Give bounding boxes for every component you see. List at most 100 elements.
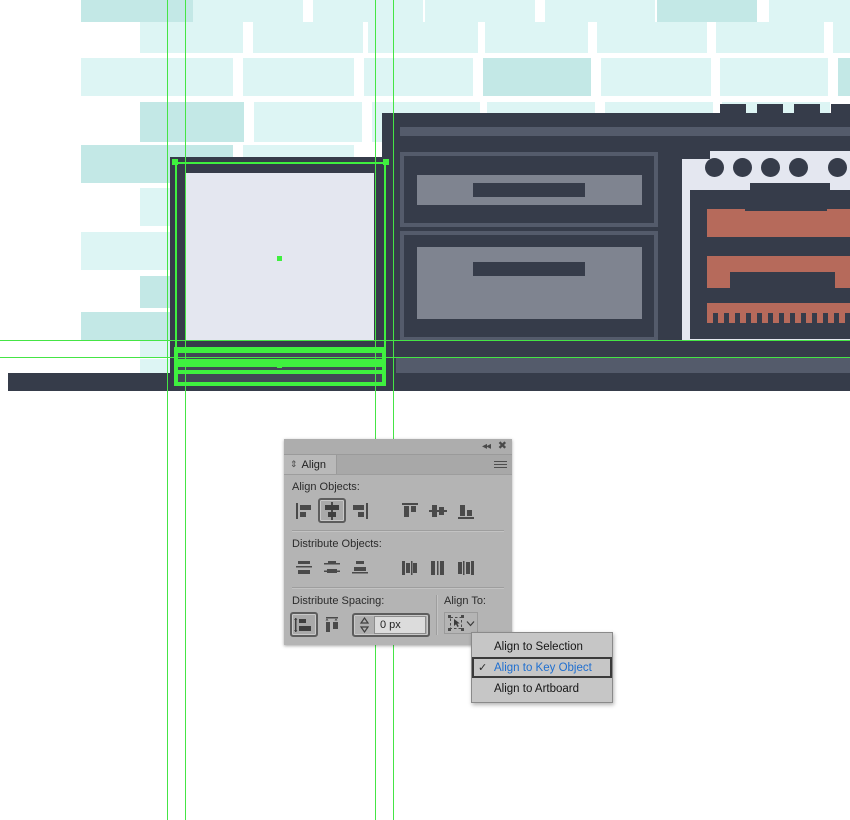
distribute-spacing-label: Distribute Spacing: [292,595,385,607]
selection-center-anchor[interactable] [277,256,282,261]
counter-notch [720,104,746,114]
counter-notch [794,104,820,114]
cabinet-drawer-lower-face [417,247,642,319]
tile [833,22,850,53]
tile [425,0,535,22]
align-to-dropdown-menu[interactable]: Align to Selection ✓ Align to Key Object… [471,632,613,703]
floor-strip [8,373,850,391]
tile [716,22,824,53]
horizontal-distribute-right-button[interactable] [452,555,480,580]
vertical-align-top-button[interactable] [396,498,424,523]
vertical-guide [185,0,186,820]
vertical-align-bottom-button[interactable] [452,498,480,523]
vertical-guide [393,0,394,820]
panel-title-bar: ◂◂ ✖ [284,439,512,455]
align-to-dropdown-button[interactable] [444,612,478,634]
selected-rail-left-edge[interactable] [174,347,178,386]
oven-food-mid-tab-l [707,272,730,288]
horizontal-align-center-button[interactable] [318,498,346,523]
align-objects-label: Align Objects: [292,481,360,493]
oven-knob [761,158,780,177]
check-icon: ✓ [478,662,488,674]
hamburger-menu-icon[interactable] [494,459,507,470]
vertical-align-center-button[interactable] [424,498,452,523]
tile [545,0,655,22]
horizontal-guide [0,357,850,358]
counter-notch [757,104,783,114]
menu-item-align-to-key-object[interactable]: ✓ Align to Key Object [472,657,612,678]
vertical-distribute-center-button[interactable] [318,555,346,580]
tile [769,0,850,22]
tile [597,22,707,53]
tile [140,22,243,53]
horizontal-align-right-button[interactable] [346,498,374,523]
horizontal-distribute-left-button[interactable] [396,555,424,580]
horizontal-align-left-button[interactable] [290,498,318,523]
horizontal-distribute-center-button[interactable] [424,555,452,580]
selected-rail-center-anchor[interactable] [277,363,282,368]
oven-food-mid-tab-r [835,272,850,288]
selection-handle-top-right[interactable] [383,159,389,165]
tile [313,0,423,22]
align-panel[interactable]: ◂◂ ✖ ⇕ Align Align Objects: Distribute O… [284,439,512,645]
spacing-value-input[interactable]: 0 px [374,615,426,634]
selected-rail-outline-2b[interactable] [174,370,386,374]
vertical-distribute-top-button[interactable] [290,555,318,580]
distribute-objects-label: Distribute Objects: [292,538,382,550]
tile [243,58,354,96]
tile [254,102,362,142]
oven-knob [789,158,808,177]
tile [657,0,757,22]
tile [720,58,828,96]
cabinet-drawer-lower-handle [473,262,585,276]
align-to-label: Align To: [444,595,486,607]
artwork-illustration [0,0,850,395]
oven-food-top [707,209,850,237]
chevron-down-icon [466,620,474,626]
updown-arrows-icon: ⇕ [290,459,298,469]
vertical-distribute-bottom-button[interactable] [346,555,374,580]
horizontal-guide [0,340,850,341]
selection-handle-top-left[interactable] [172,159,178,165]
panel-body: Align Objects: Distribute Objects: Distr… [284,475,512,645]
menu-item-label: Align to Artboard [494,682,580,695]
oven-knob [705,158,724,177]
oven-top-notch [682,151,710,159]
tab-align[interactable]: ⇕ Align [284,455,338,474]
close-icon[interactable]: ✖ [498,440,507,453]
tile [483,58,591,96]
vertical-guide [167,0,168,820]
divider [292,530,504,532]
menu-item-label: Align to Key Object [494,661,592,674]
menu-item-align-to-artboard[interactable]: Align to Artboard [472,678,612,699]
oven-food-teeth [707,313,850,323]
selected-rail-outline-3[interactable] [174,382,386,386]
double-chevron-left-icon[interactable]: ◂◂ [482,440,491,453]
spacing-stepper-group[interactable]: 0 px [352,612,430,637]
panel-title: Align [301,458,327,471]
tile [364,58,473,96]
tile [193,0,303,22]
oven-knob [828,158,847,177]
align-objects-row [284,498,512,523]
vertical-divider [436,595,438,635]
align-to-key-object-icon [447,615,464,631]
divider [292,587,504,589]
updown-stepper-icon[interactable] [354,616,374,633]
illustrator-canvas: ◂◂ ✖ ⇕ Align Align Objects: Distribute O… [0,0,850,820]
oven-food-mid-notch [727,272,837,288]
distribute-objects-row [284,555,512,580]
menu-item-label: Align to Selection [494,640,583,653]
tile [253,22,363,53]
selected-rail-outline-1[interactable] [174,347,386,351]
selected-rail-right-edge[interactable] [382,347,386,386]
align-to-group: Align To: [444,595,486,634]
cabinet-drawer-upper-handle [473,183,585,197]
vertical-distribute-spacing-button[interactable] [290,612,318,637]
tile [368,22,478,53]
horizontal-distribute-spacing-button[interactable] [318,612,346,637]
tile [81,58,233,96]
menu-item-align-to-selection[interactable]: Align to Selection [472,636,612,657]
oven-knob [733,158,752,177]
oven-handle [750,183,830,200]
